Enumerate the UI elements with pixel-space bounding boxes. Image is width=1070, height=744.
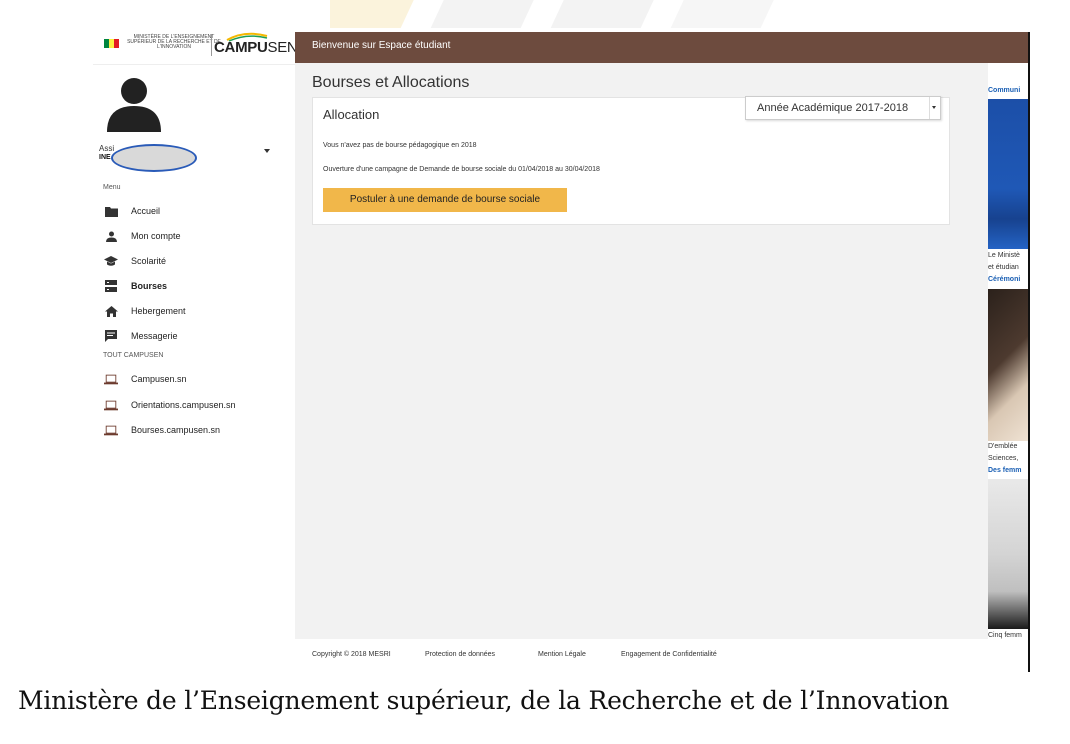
redacted-ine-value xyxy=(111,144,197,172)
footer-link-legal-mention[interactable]: Mention Légale xyxy=(538,651,586,658)
apply-social-scholarship-button[interactable]: Postuler à une demande de bourse sociale xyxy=(323,188,567,212)
sidebar-item-label: Messagerie xyxy=(131,331,178,341)
footer: Copyright © 2018 MESRI Protection de don… xyxy=(295,639,988,672)
person-icon xyxy=(104,229,118,243)
all-campusen-section-title: TOUT CAMPUSEN xyxy=(103,352,164,359)
laptop-icon xyxy=(104,372,118,386)
sidebar-link-orientations[interactable]: Orientations.campusen.sn xyxy=(104,397,236,413)
sidebar-item-label: Scolarité xyxy=(131,256,167,266)
window-right-border xyxy=(1028,32,1030,672)
sidebar-link-campusen[interactable]: Campusen.sn xyxy=(104,371,187,387)
news-2-link[interactable]: Des femm xyxy=(988,467,1021,474)
sidebar-item-bourses[interactable]: Bourses xyxy=(104,278,167,294)
laptop-icon xyxy=(104,423,118,437)
sidebar-item-label: Mon compte xyxy=(131,231,181,241)
brand-logo[interactable]: MINISTÈRE DE L'ENSEIGNEMENT SUPÉRIEUR DE… xyxy=(93,32,298,65)
ine-label: INE xyxy=(99,154,111,161)
logo-separator xyxy=(211,34,212,56)
news-image-2[interactable] xyxy=(988,289,1028,441)
ministry-caption: Ministère de l’Enseignement supérieur, d… xyxy=(18,686,950,715)
news-title[interactable]: Communi xyxy=(988,87,1020,94)
watermark xyxy=(330,0,850,30)
sidebar: MINISTÈRE DE L'ENSEIGNEMENT SUPÉRIEUR DE… xyxy=(93,32,298,672)
campusen-logo-text: CAMPUSEN xyxy=(214,39,298,56)
sidebar-link-label: Bourses.campusen.sn xyxy=(131,425,221,435)
news-image-1[interactable] xyxy=(988,99,1028,249)
academic-year-value: Année Académique 2017-2018 xyxy=(757,102,909,114)
news-1-text-line-2: et étudian xyxy=(988,264,1019,271)
sidebar-link-label: Campusen.sn xyxy=(131,374,187,384)
graduation-cap-icon xyxy=(104,254,118,268)
home-icon xyxy=(104,304,118,318)
menu-section-title: Menu xyxy=(103,184,121,191)
sidebar-item-scolarite[interactable]: Scolarité xyxy=(104,253,166,269)
folder-icon xyxy=(104,204,118,218)
news-image-3[interactable] xyxy=(988,479,1028,629)
sidebar-item-label: Bourses xyxy=(131,281,168,291)
footer-link-data-protection[interactable]: Protection de données xyxy=(425,651,495,658)
sidebar-item-accueil[interactable]: Accueil xyxy=(104,203,160,219)
copyright-text: Copyright © 2018 MESRI xyxy=(312,651,391,658)
user-assignment-label: Assi xyxy=(99,144,115,153)
welcome-text: Bienvenue sur Espace étudiant xyxy=(312,40,451,51)
footer-link-privacy[interactable]: Engagement de Confidentialité xyxy=(621,651,717,658)
news-3-text: Cinq femm xyxy=(988,632,1022,639)
news-1-link[interactable]: Cérémoni xyxy=(988,276,1020,283)
sidebar-item-label: Accueil xyxy=(131,206,161,216)
news-2-text-line-2: Sciences, xyxy=(988,455,1019,462)
sidebar-link-bourses[interactable]: Bourses.campusen.sn xyxy=(104,422,220,438)
news-2-text-line-1: D'emblée xyxy=(988,443,1018,450)
sidebar-item-messagerie[interactable]: Messagerie xyxy=(104,328,178,344)
sidebar-item-mon-compte[interactable]: Mon compte xyxy=(104,228,181,244)
sidebar-item-label: Hebergement xyxy=(131,306,186,316)
campaign-open-message: Ouverture d'une campagne de Demande de b… xyxy=(323,166,600,173)
news-column: Communi Le Ministè et étudian Cérémoni D… xyxy=(988,63,1028,672)
laptop-icon xyxy=(104,398,118,412)
server-icon xyxy=(104,279,118,293)
message-icon xyxy=(104,329,118,343)
user-avatar-icon xyxy=(107,78,161,132)
academic-year-select[interactable]: Année Académique 2017-2018 xyxy=(745,96,941,120)
sidebar-item-hebergement[interactable]: Hebergement xyxy=(104,303,186,319)
page-title: Bourses et Allocations xyxy=(312,74,470,91)
allocation-card: Allocation Année Académique 2017-2018 Vo… xyxy=(312,96,950,225)
card-title: Allocation xyxy=(323,107,380,122)
news-1-text-line-1: Le Ministè xyxy=(988,252,1020,259)
sidebar-link-label: Orientations.campusen.sn xyxy=(131,400,236,410)
top-header-bar: Bienvenue sur Espace étudiant xyxy=(295,32,1028,63)
select-arrow-icon[interactable] xyxy=(929,97,940,119)
user-dropdown-caret-icon[interactable] xyxy=(264,149,270,153)
pedagogic-scholarship-message: Vous n'avez pas de bourse pédagogique en… xyxy=(323,142,477,149)
senegal-flag-icon xyxy=(104,39,119,48)
